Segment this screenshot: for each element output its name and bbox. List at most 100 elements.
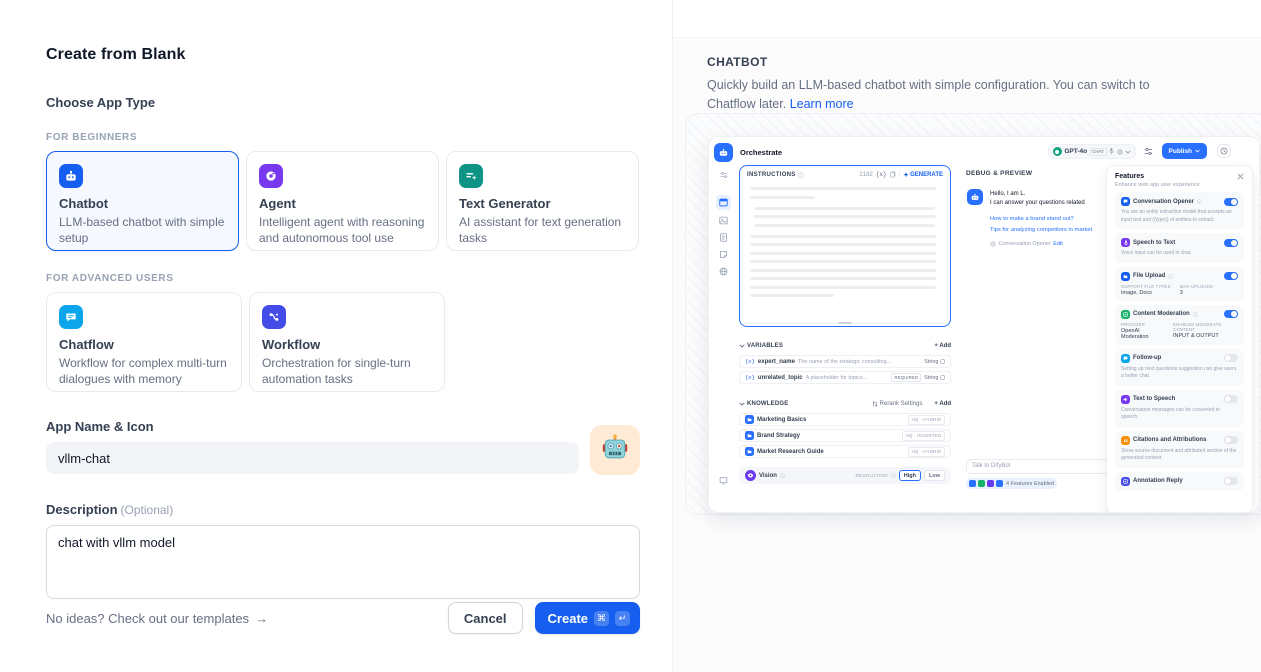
text-to-speech-toggle[interactable] [1224,395,1238,403]
char-count: 2182 [859,172,872,178]
copy-icon [890,171,896,178]
speech-to-text-toggle[interactable] [1224,239,1238,247]
bot-avatar [967,189,983,205]
knowledge-header: KNOWLEDGE Rerank Settings + Add [739,399,951,409]
rail-globe-icon[interactable] [716,264,731,279]
rail-notes-icon[interactable] [716,247,731,262]
resolution-low-button[interactable]: Low [924,470,945,481]
page-title: Create from Blank [46,46,640,64]
rail-document-icon[interactable] [716,230,731,245]
file-upload-mini-icon [996,480,1003,487]
app-name-label: App Name & Icon [46,419,640,434]
feature-citations[interactable]: Citations and Attributions Show source d… [1115,431,1244,468]
generate-button[interactable]: GENERATE [903,172,943,178]
tune-icon[interactable] [1144,147,1153,156]
app-type-card-agent[interactable]: Agent Intelligent agent with reasoning a… [246,151,439,251]
file-upload-toggle[interactable] [1224,272,1238,280]
annotation-reply-toggle[interactable] [1224,477,1238,485]
close-icon[interactable] [1237,173,1244,180]
info-icon [891,473,896,478]
preview-header-strip [673,0,1261,38]
resize-handle[interactable] [838,322,852,324]
rail-tune-icon[interactable] [716,167,731,182]
rail-image-icon[interactable] [716,213,731,228]
chatflow-icon [59,305,83,329]
mock-app-icon [714,143,733,162]
add-knowledge-button[interactable]: + Add [934,401,951,407]
mic-icon [1109,148,1114,155]
feature-text-to-speech[interactable]: Text to Speech Conversation messages can… [1115,390,1244,427]
edit-opener-link[interactable]: Edit [1053,241,1062,247]
chat-input[interactable]: Talk to DifyBot [966,459,1114,474]
app-type-card-chatflow[interactable]: Chatflow Workflow for complex multi-turn… [46,292,242,392]
add-variable-button[interactable]: + Add [934,343,951,349]
settings-icon [940,375,945,380]
app-type-card-workflow[interactable]: Workflow Orchestration for single-turn a… [249,292,445,392]
description-textarea[interactable]: chat with vllm model [46,525,640,599]
info-icon [1197,199,1202,204]
rerank-settings-button[interactable]: Rerank Settings [872,401,923,407]
variable-row[interactable]: {x} expert_name The name of the strategi… [739,355,951,368]
feature-follow-up[interactable]: Follow-up Setting up next questions sugg… [1115,349,1244,386]
history-icon[interactable] [1217,144,1231,158]
monitor-icon[interactable] [716,473,731,488]
resolution-high-button[interactable]: High [899,470,921,481]
follow-up-toggle[interactable] [1224,354,1238,362]
app-type-card-chatbot[interactable]: Chatbot LLM-based chatbot with simple se… [46,151,239,251]
choose-app-type-label: Choose App Type [46,95,640,110]
moderation-icon [1121,310,1130,319]
learn-more-link[interactable]: Learn more [790,97,854,111]
card-title: Text Generator [459,196,626,211]
citations-toggle[interactable] [1224,436,1238,444]
knowledge-row[interactable]: Marketing Basics HQ · HYBRID [739,413,951,426]
app-type-card-text-generator[interactable]: Text Generator AI assistant for text gen… [446,151,639,251]
folder-icon [1121,272,1130,281]
preview-heading: CHATBOT [707,55,1261,69]
suggested-question[interactable]: Tips for analyzing competitors in market [990,225,1116,236]
card-desc: LLM-based chatbot with simple setup [59,214,226,246]
app-icon-picker[interactable] [590,425,640,475]
feature-speech-to-text[interactable]: Speech to Text Voice input can be used i… [1115,233,1244,263]
chevron-down-icon [1195,149,1200,153]
templates-link[interactable]: No ideas? Check out our templates→ [46,611,268,626]
features-panel: Features Enhance web app user experience… [1106,165,1253,513]
orchestrate-preview: Orchestrate GPT-4o CHAT Publish [708,136,1260,513]
chatbot-icon [59,164,83,188]
knowledge-folder-icon [745,431,754,440]
knowledge-row[interactable]: Market Research Guide HQ · HYBRID [739,445,951,458]
robot-emoji-icon [600,433,630,468]
feature-file-upload[interactable]: File Upload SUPPORT FILE TYPESImage, Doc… [1115,267,1244,301]
chevron-down-icon [739,402,745,406]
bot-message: Hello, I am L. I can answer your questio… [990,190,1116,247]
knowledge-folder-icon [745,415,754,424]
for-beginners-label: FOR BEGINNERS [46,132,640,143]
create-button[interactable]: Create ⌘ ↵ [535,602,640,634]
knowledge-row[interactable]: Brand Strategy HQ · INVERTED [739,429,951,442]
feature-content-moderation[interactable]: Content Moderation PROVIDEROpenAI Modera… [1115,305,1244,345]
instructions-title: INSTRUCTIONS [747,172,796,178]
app-name-input[interactable] [46,442,579,474]
cancel-button[interactable]: Cancel [448,602,523,634]
info-icon [798,172,804,178]
instructions-panel[interactable]: INSTRUCTIONS 2182 {x} GENERATE [739,165,951,327]
feature-annotation-reply[interactable]: Annotation Reply [1115,472,1244,491]
variables-header: VARIABLES + Add [739,341,951,351]
feature-conversation-opener[interactable]: Conversation Opener You are an entity ex… [1115,192,1244,229]
preview-panel: CHATBOT Quickly build an LLM-based chatb… [672,0,1261,672]
citation-icon [1121,436,1130,445]
variable-row[interactable]: {x} unrelated_topic A placeholder for to… [739,371,951,384]
card-desc: Orchestration for single-turn automation… [262,355,432,387]
mock-title: Orchestrate [740,148,782,157]
publish-button[interactable]: Publish [1162,143,1207,159]
chevron-down-icon [1125,150,1131,154]
model-selector[interactable]: GPT-4o CHAT [1048,144,1136,159]
preview-backdrop: Orchestrate GPT-4o CHAT Publish [685,113,1261,515]
rail-orchestrate-icon[interactable] [716,195,731,210]
conversation-opener-toggle[interactable] [1224,198,1238,206]
features-enabled-badge[interactable]: 4 Features Enabled [966,478,1057,489]
content-moderation-toggle[interactable] [1224,310,1238,318]
card-title: Agent [259,196,426,211]
suggested-question[interactable]: How to make a brand stand out? [990,214,1074,225]
agent-icon [259,164,283,188]
conversation-opener-icon [1121,197,1130,206]
